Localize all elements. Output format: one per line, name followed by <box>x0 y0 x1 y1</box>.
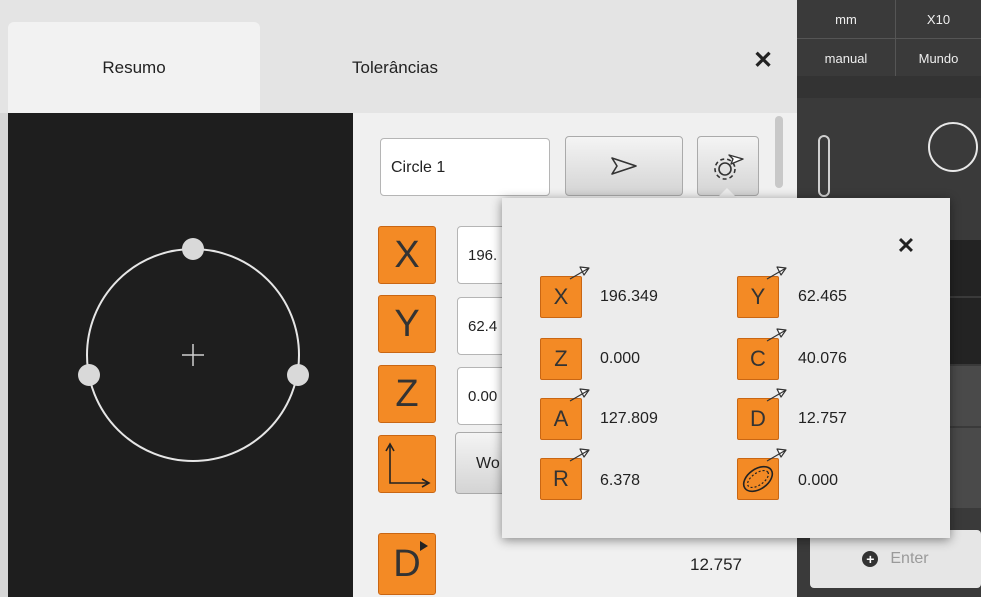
diameter-value: 12.757 <box>690 555 742 574</box>
axes-icon <box>385 442 431 488</box>
coordinate-system-label: Mundo <box>918 50 959 66</box>
tab-summary-label: Resumo <box>102 57 166 77</box>
y-axis-label: Y <box>394 302 420 345</box>
d-arrow-icon[interactable]: D <box>737 388 787 440</box>
popup-close-icon[interactable]: ✕ <box>892 232 920 260</box>
tab-summary[interactable]: Resumo <box>8 22 260 113</box>
popup-item-label: C <box>750 346 766 371</box>
mode-label: manual <box>824 50 868 66</box>
form-error-icon[interactable] <box>737 448 787 500</box>
feature-name-input[interactable]: Circle 1 <box>380 138 550 196</box>
popup-item-value: 6.378 <box>600 472 641 489</box>
send-arrow-icon <box>766 266 787 280</box>
tab-tolerances-label: Tolerâncias <box>352 57 438 77</box>
unit-toggle[interactable]: mm <box>797 0 895 38</box>
send-arrow-icon <box>569 266 590 280</box>
roundness-icon <box>742 465 774 493</box>
divider <box>797 76 981 98</box>
triangle-icon <box>420 541 428 551</box>
popup-item-value: 12.757 <box>798 410 847 427</box>
diameter-label: D <box>393 542 421 585</box>
popup-item-label: Z <box>554 346 568 371</box>
diameter-button[interactable]: D <box>378 533 436 595</box>
c-arrow-icon[interactable]: C <box>737 328 787 380</box>
circle-feature-icon[interactable] <box>928 122 978 172</box>
send-arrow-icon <box>766 388 787 402</box>
popup-item-value: 196.349 <box>600 288 658 305</box>
coordinate-system-toggle[interactable]: Mundo <box>896 39 981 77</box>
zoom-toggle[interactable]: X10 <box>896 0 981 38</box>
coordinate-system-button[interactable] <box>378 435 436 493</box>
unit-label: mm <box>835 11 857 27</box>
tab-tolerances[interactable]: Tolerâncias <box>260 22 530 113</box>
z-axis-button[interactable]: Z <box>378 365 436 423</box>
send-arrow-icon <box>766 448 787 462</box>
a-arrow-icon[interactable]: A <box>540 388 590 440</box>
send-icon <box>611 157 637 175</box>
x-axis-button[interactable]: X <box>378 226 436 284</box>
x-arrow-icon[interactable]: X <box>540 266 590 318</box>
enter-button[interactable]: + Enter <box>810 530 981 588</box>
x-axis-label: X <box>394 233 420 276</box>
gear-send-icon <box>714 154 744 180</box>
send-arrow-icon <box>569 388 590 402</box>
popup-item-label: X <box>553 284 569 309</box>
zoom-label: X10 <box>926 11 951 27</box>
popup-item-value: 40.076 <box>798 350 847 367</box>
r-arrow-icon[interactable]: R <box>540 448 590 500</box>
y-axis-button[interactable]: Y <box>378 295 436 353</box>
z-axis-label: Z <box>395 372 419 415</box>
measured-point <box>287 364 309 386</box>
popup-item-label: A <box>553 406 569 431</box>
circle-preview-graphic <box>78 238 309 462</box>
send-arrow-icon <box>569 448 590 462</box>
settings-button[interactable] <box>697 136 759 196</box>
feature-preview[interactable] <box>8 113 353 597</box>
popup-item-value: 127.809 <box>600 410 658 427</box>
enter-label: Enter <box>890 550 929 567</box>
measured-point <box>78 364 100 386</box>
close-icon[interactable]: ✕ <box>748 46 778 76</box>
send-button[interactable] <box>565 136 683 196</box>
popup-item-label: R <box>553 466 569 491</box>
send-arrow-icon <box>766 328 787 342</box>
z-arrow-icon[interactable]: Z <box>540 338 582 380</box>
popup-item-label: Y <box>750 284 766 309</box>
popup-item-value: 0.000 <box>600 350 641 367</box>
plus-icon: + <box>862 551 879 567</box>
scrollbar[interactable] <box>775 116 783 188</box>
popup-item-value: 62.465 <box>798 288 847 305</box>
y-arrow-icon[interactable]: Y <box>737 266 787 318</box>
popup-item-label: D <box>750 406 766 431</box>
slider-icon[interactable] <box>818 135 830 197</box>
measured-point <box>182 238 204 260</box>
mode-toggle[interactable]: manual <box>797 39 895 77</box>
popup-item-value: 0.000 <box>798 472 839 489</box>
